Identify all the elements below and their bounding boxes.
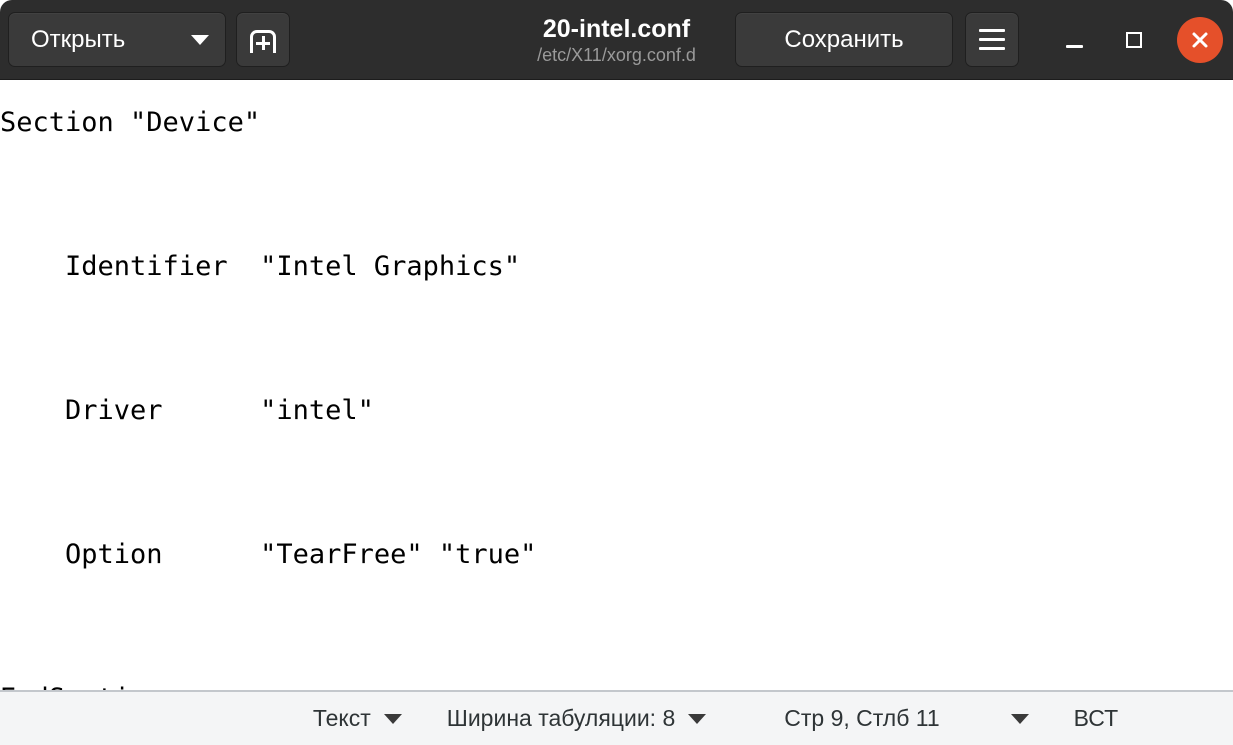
language-selector[interactable]: Текст [313, 705, 402, 732]
maximize-button[interactable] [1111, 17, 1157, 63]
editor-content[interactable]: Section "Device" Identifier "Intel Graph… [0, 80, 1233, 690]
insert-mode-indicator: ВСТ [1073, 705, 1119, 731]
gedit-window: 20-intel.conf /etc/X11/xorg.conf.d Откры… [0, 0, 1233, 745]
chevron-down-icon [1010, 713, 1029, 724]
save-button-label: Сохранить [784, 25, 904, 53]
language-label: Текст [312, 705, 371, 731]
chevron-down-icon [191, 34, 209, 45]
open-button[interactable]: Открыть [8, 12, 226, 67]
cursor-position-label: Стр 9, Стлб 11 [784, 705, 940, 731]
new-document-icon [249, 26, 277, 54]
window-title: 20-intel.conf [542, 14, 691, 43]
open-button-label: Открыть [31, 25, 126, 53]
status-bar: Текст Ширина табуляции: 8 Стр 9, Стлб 11… [0, 690, 1233, 745]
window-subtitle-path: /etc/X11/xorg.conf.d [537, 44, 696, 65]
cursor-position-selector[interactable]: Стр 9, Стлб 11 [784, 705, 1029, 732]
hamburger-menu-icon [979, 29, 1005, 50]
header-left-controls: Открыть [8, 12, 290, 67]
chevron-down-icon [688, 713, 707, 724]
text-editor-area[interactable]: Section "Device" Identifier "Intel Graph… [0, 80, 1233, 690]
tab-width-selector[interactable]: Ширина табуляции: 8 [447, 705, 707, 732]
close-button[interactable] [1177, 16, 1223, 63]
minimize-button[interactable] [1051, 17, 1097, 63]
new-document-button[interactable] [236, 12, 290, 67]
minimize-icon [1065, 45, 1083, 48]
maximize-icon [1126, 31, 1142, 48]
main-menu-button[interactable] [965, 12, 1019, 67]
chevron-down-icon [383, 713, 402, 724]
close-icon [1192, 32, 1208, 47]
tab-width-label: Ширина табуляции: 8 [446, 705, 676, 731]
header-right-controls: Сохранить [735, 12, 1223, 67]
header-bar: 20-intel.conf /etc/X11/xorg.conf.d Откры… [0, 0, 1233, 80]
save-button[interactable]: Сохранить [735, 12, 953, 67]
